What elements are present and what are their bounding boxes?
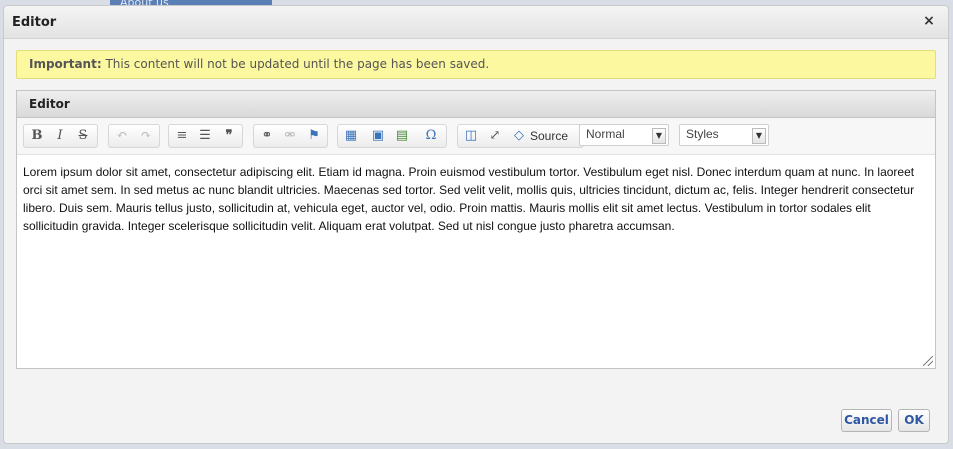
toolbar-group-lists: ≡ ☰ ❞	[168, 124, 243, 148]
source-button[interactable]: ◇ Source	[508, 127, 578, 145]
editor-dialog: Editor × Important: This content will no…	[3, 5, 949, 444]
dialog-title: Editor	[12, 15, 57, 30]
toolbar-group-basic-styles: B I S	[23, 124, 98, 148]
anchor-icon[interactable]: ⚑	[303, 127, 325, 145]
editor-content[interactable]: Lorem ipsum dolor sit amet, consectetur …	[23, 163, 929, 353]
styles-select[interactable]: Styles ▼	[679, 124, 769, 146]
format-select-value: Normal	[586, 127, 625, 141]
gallery-icon[interactable]: ▤	[391, 127, 413, 145]
link-icon[interactable]: ⚭	[256, 127, 278, 145]
notice-text: This content will not be updated until t…	[101, 57, 490, 71]
chevron-down-icon: ▼	[752, 128, 766, 144]
toolbar-group-history: ↶ ↷	[108, 124, 160, 148]
blockquote-icon[interactable]: ❞	[218, 127, 240, 145]
strikethrough-icon[interactable]: S	[72, 127, 94, 145]
notice-label: Important:	[29, 57, 102, 71]
toolbar-group-links: ⚭ ⚮ ⚑	[253, 124, 328, 148]
source-icon: ◇	[514, 128, 524, 143]
editor-header-title: Editor	[29, 97, 70, 111]
redo-icon[interactable]: ↷	[135, 127, 157, 145]
styles-select-value: Styles	[686, 127, 719, 141]
numbered-list-icon[interactable]: ≡	[171, 127, 193, 145]
bulleted-list-icon[interactable]: ☰	[194, 127, 216, 145]
maximize-icon[interactable]: ⤢	[484, 127, 506, 145]
close-icon[interactable]: ×	[922, 14, 936, 28]
resize-grip-icon[interactable]	[923, 356, 933, 366]
rich-text-editor: Editor B I S ↶ ↷ ≡ ☰ ❞ ⚭ ⚮ ⚑ ▦ ▣ ▤ Ω ◫ ⤢…	[16, 90, 936, 369]
format-select[interactable]: Normal ▼	[579, 124, 669, 146]
editor-toolbar: B I S ↶ ↷ ≡ ☰ ❞ ⚭ ⚮ ⚑ ▦ ▣ ▤ Ω ◫ ⤢ ◇ Sour…	[17, 118, 935, 155]
toolbar-group-tools: ◫ ⤢ ◇ Source	[457, 124, 584, 148]
special-character-icon[interactable]: Ω	[420, 127, 442, 145]
source-label: Source	[530, 129, 569, 143]
image-icon[interactable]: ▣	[367, 127, 389, 145]
toolbar-group-insert: ▦ ▣ ▤ Ω	[337, 124, 447, 148]
editor-header: Editor	[17, 91, 935, 118]
dialog-titlebar[interactable]: Editor ×	[4, 6, 948, 39]
chevron-down-icon: ▼	[652, 128, 666, 144]
cancel-button[interactable]: Cancel	[841, 409, 892, 432]
important-notice: Important: This content will not be upda…	[16, 50, 936, 79]
italic-icon[interactable]: I	[49, 127, 71, 145]
table-icon[interactable]: ▦	[340, 127, 362, 145]
bold-icon[interactable]: B	[26, 127, 48, 145]
undo-icon[interactable]: ↶	[111, 127, 133, 145]
show-blocks-icon[interactable]: ◫	[460, 127, 482, 145]
unlink-icon[interactable]: ⚮	[279, 127, 301, 145]
ok-button[interactable]: OK	[898, 409, 930, 432]
